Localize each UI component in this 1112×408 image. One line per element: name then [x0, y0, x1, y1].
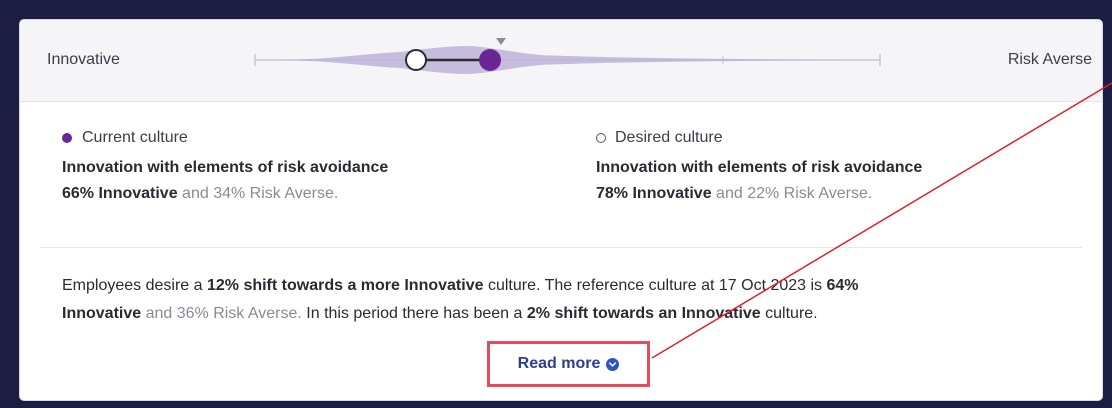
- distribution-violin: [270, 46, 850, 74]
- scale-right-label: Risk Averse: [1007, 51, 1092, 68]
- desired-culture-percent: 78% Innovative and 22% Risk Averse.: [596, 185, 922, 203]
- filled-dot-icon: [62, 133, 72, 143]
- current-risk-averse-pct: and 34% Risk Averse.: [177, 185, 339, 202]
- scale-left-label: Innovative: [47, 51, 120, 68]
- reference-marker: [496, 38, 506, 45]
- current-culture-point: [479, 49, 501, 71]
- current-culture-legend-label: Current culture: [82, 129, 188, 146]
- desired-risk-averse-pct: and 22% Risk Averse.: [711, 185, 873, 202]
- read-more-highlight-box: Read more: [487, 341, 650, 387]
- summary-emphasis: 12% shift towards a more Innovative: [206, 277, 484, 294]
- culture-summary-text: Employees desire a 12% shift towards a m…: [62, 272, 1082, 328]
- summary-text: In this period there has been a: [301, 305, 527, 322]
- summary-emphasis: 64%: [826, 277, 859, 294]
- summary-emphasis: Innovative: [62, 305, 142, 322]
- summary-text: culture. The reference culture at 17 Oct…: [483, 277, 827, 294]
- culture-card: Innovative Risk Averse Current culture I…: [20, 20, 1102, 400]
- desired-innovative-pct: 78% Innovative: [596, 185, 712, 202]
- desired-culture-block: Desired culture Innovation with elements…: [596, 128, 922, 203]
- desired-culture-point: [405, 49, 427, 71]
- current-culture-percent: 66% Innovative and 34% Risk Averse.: [62, 185, 388, 203]
- read-more-button[interactable]: Read more: [518, 355, 620, 373]
- chevron-down-icon: [606, 357, 620, 371]
- desired-culture-legend-label: Desired culture: [615, 129, 723, 146]
- current-culture-block: Current culture Innovation with elements…: [62, 128, 388, 203]
- summary-emphasis: 2% shift towards an Innovative: [526, 305, 761, 322]
- culture-scale-chart: [254, 38, 881, 74]
- current-innovative-pct: 66% Innovative: [62, 185, 178, 202]
- section-divider: [40, 247, 1082, 248]
- desired-culture-legend: Desired culture: [596, 128, 922, 148]
- read-more-label: Read more: [517, 355, 601, 372]
- culture-scale-row: Innovative Risk Averse: [20, 20, 1102, 102]
- desired-culture-name: Innovation with elements of risk avoidan…: [596, 159, 923, 176]
- empty-dot-icon: [596, 133, 606, 143]
- current-culture-legend: Current culture: [62, 128, 388, 148]
- summary-text: Employees desire a: [62, 277, 207, 294]
- summary-muted-text: and 36% Risk Averse.: [141, 305, 302, 322]
- current-culture-name: Innovation with elements of risk avoidan…: [62, 159, 389, 176]
- summary-text: culture.: [760, 305, 818, 322]
